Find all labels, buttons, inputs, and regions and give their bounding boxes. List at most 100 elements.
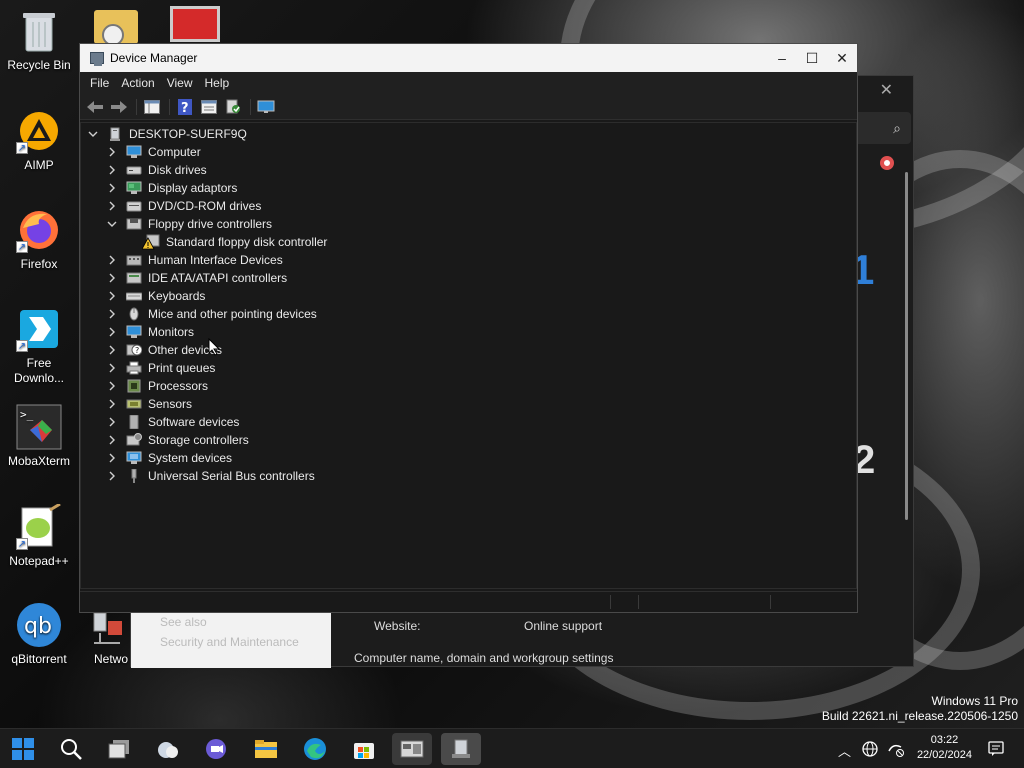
widgets-button[interactable] xyxy=(148,733,188,765)
search-icon[interactable]: ⌕ xyxy=(851,112,911,144)
chevron-down-icon[interactable] xyxy=(87,125,99,143)
chevron-right-icon[interactable] xyxy=(106,359,118,377)
show-hide-console-tree-button[interactable] xyxy=(141,97,163,117)
chevron-right-icon[interactable] xyxy=(106,161,118,179)
chevron-right-icon[interactable] xyxy=(106,269,118,287)
scrollbar[interactable] xyxy=(905,172,908,520)
tree-category-printer[interactable]: Print queues xyxy=(106,359,215,377)
window-title: Device Manager xyxy=(110,51,198,65)
tree-category-dvd-drive[interactable]: DVD/CD-ROM drives xyxy=(106,197,261,215)
tree-category-floppy-controller[interactable]: Floppy drive controllers xyxy=(106,215,272,233)
show-hidden-icons-chevron-up-icon[interactable]: ︿ xyxy=(838,741,851,760)
minimize-button[interactable]: – xyxy=(767,44,797,72)
menu-action[interactable]: Action xyxy=(115,76,160,90)
show-devices-by-connection-button[interactable] xyxy=(255,97,277,117)
chevron-right-icon[interactable] xyxy=(106,341,118,359)
store-button[interactable] xyxy=(344,733,384,765)
back-button[interactable] xyxy=(84,97,106,117)
tree-category-label: Sensors xyxy=(148,397,193,411)
menu-view[interactable]: View xyxy=(161,76,199,90)
start-button[interactable] xyxy=(3,733,43,765)
chevron-right-icon[interactable] xyxy=(106,431,118,449)
chevron-right-icon[interactable] xyxy=(106,251,118,269)
computer-root-icon xyxy=(107,127,123,141)
close-icon[interactable]: ✕ xyxy=(880,80,893,100)
desktop-icon-free-download-manager[interactable]: ↗ Free Downlo... xyxy=(1,306,77,386)
file-explorer-button[interactable] xyxy=(246,733,286,765)
device-tree[interactable]: DESKTOP-SUERF9Q Computer Disk drives Displ… xyxy=(80,122,857,589)
security-maintenance-link[interactable]: Security and Maintenance xyxy=(160,632,331,652)
menu-help[interactable]: Help xyxy=(199,76,236,90)
task-view-button[interactable] xyxy=(99,733,139,765)
chevron-right-icon[interactable] xyxy=(106,395,118,413)
device-manager-window[interactable]: Device Manager – ☐ ✕ File Action View He… xyxy=(79,43,858,613)
properties-button[interactable] xyxy=(198,97,220,117)
close-button[interactable]: ✕ xyxy=(827,44,857,72)
tree-category-system-device[interactable]: System devices xyxy=(106,449,232,467)
tree-category-sensor[interactable]: Sensors xyxy=(106,395,192,413)
tree-category-software-device[interactable]: Software devices xyxy=(106,413,239,431)
disk-drive-icon xyxy=(126,163,142,177)
usb-icon xyxy=(126,468,142,483)
desktop-icon-firefox[interactable]: ↗ Firefox xyxy=(1,207,77,272)
menu-file[interactable]: File xyxy=(84,76,115,90)
forward-arrow-icon xyxy=(111,100,127,113)
tree-category-processor[interactable]: Processors xyxy=(106,377,208,395)
tree-category-ide-controller[interactable]: IDE ATA/ATAPI controllers xyxy=(106,269,287,287)
tree-category-storage-controller[interactable]: Storage controllers xyxy=(106,431,249,449)
maximize-button[interactable]: ☐ xyxy=(797,44,827,72)
tree-category-mouse[interactable]: Mice and other pointing devices xyxy=(106,305,317,323)
sensor-icon xyxy=(126,397,142,411)
desktop-icon-mobaxterm[interactable]: >_ MobaXterm xyxy=(1,404,77,469)
help-button[interactable]: ? xyxy=(174,97,196,117)
tree-device-item[interactable]: Standard floppy disk controller xyxy=(141,233,327,251)
control-panel-taskbar-button[interactable] xyxy=(392,733,432,765)
desktop-icon-notepadpp[interactable]: ↗ Notepad++ xyxy=(1,504,77,569)
tree-root[interactable]: DESKTOP-SUERF9Q xyxy=(87,125,247,143)
chevron-right-icon[interactable] xyxy=(106,323,118,341)
chevron-right-icon[interactable] xyxy=(106,377,118,395)
chevron-right-icon[interactable] xyxy=(106,143,118,161)
edge-button[interactable] xyxy=(295,733,335,765)
desktop-icon-qbittorrent[interactable]: qb qBittorrent xyxy=(1,602,77,667)
tree-category-disk-drive[interactable]: Disk drives xyxy=(106,161,207,179)
chat-button[interactable] xyxy=(196,733,236,765)
chevron-right-icon[interactable] xyxy=(106,197,118,215)
dvd-drive-icon xyxy=(126,199,142,213)
tree-category-other-devices[interactable]: ? Other devices xyxy=(106,341,222,359)
status-divider xyxy=(638,595,639,609)
tree-category-usb[interactable]: Universal Serial Bus controllers xyxy=(106,467,315,485)
chevron-right-icon[interactable] xyxy=(106,413,118,431)
shortcut-arrow-icon: ↗ xyxy=(16,340,28,352)
tree-category-monitor[interactable]: Monitors xyxy=(106,323,194,341)
monitor-shortcut-icon[interactable] xyxy=(170,6,220,42)
tree-category-label: System devices xyxy=(148,451,233,465)
tree-category-computer[interactable]: Computer xyxy=(106,143,201,161)
notifications-icon[interactable] xyxy=(988,741,1004,760)
online-support-link[interactable]: Online support xyxy=(524,619,602,633)
chevron-right-icon[interactable] xyxy=(106,449,118,467)
chevron-right-icon[interactable] xyxy=(106,179,118,197)
svg-text:qb: qb xyxy=(24,614,52,639)
root-computer-name: DESKTOP-SUERF9Q xyxy=(129,127,247,141)
help-lifebuoy-icon[interactable] xyxy=(880,156,894,170)
search-button[interactable] xyxy=(51,733,91,765)
desktop-icon-recycle-bin[interactable]: Recycle Bin xyxy=(1,8,77,73)
system-clock[interactable]: 03:22 22/02/2024 xyxy=(917,733,972,763)
tree-category-label: Software devices xyxy=(148,415,240,429)
network-disconnected-icon[interactable] xyxy=(887,741,905,760)
chevron-down-icon[interactable] xyxy=(106,215,118,233)
chevron-right-icon[interactable] xyxy=(106,287,118,305)
forward-button[interactable] xyxy=(108,97,130,117)
desktop-icon-aimp[interactable]: ↗ AIMP xyxy=(1,108,77,173)
tree-category-hid[interactable]: Human Interface Devices xyxy=(106,251,283,269)
software-device-icon xyxy=(126,414,142,430)
scan-hardware-changes-button[interactable] xyxy=(222,97,244,117)
chevron-right-icon[interactable] xyxy=(106,467,118,485)
title-bar[interactable]: Device Manager – ☐ ✕ xyxy=(80,44,857,72)
device-manager-taskbar-button[interactable] xyxy=(441,733,481,765)
chevron-right-icon[interactable] xyxy=(106,305,118,323)
tree-category-keyboard[interactable]: Keyboards xyxy=(106,287,205,305)
language-globe-icon[interactable] xyxy=(862,741,878,760)
tree-category-display-adapter[interactable]: Display adaptors xyxy=(106,179,237,197)
